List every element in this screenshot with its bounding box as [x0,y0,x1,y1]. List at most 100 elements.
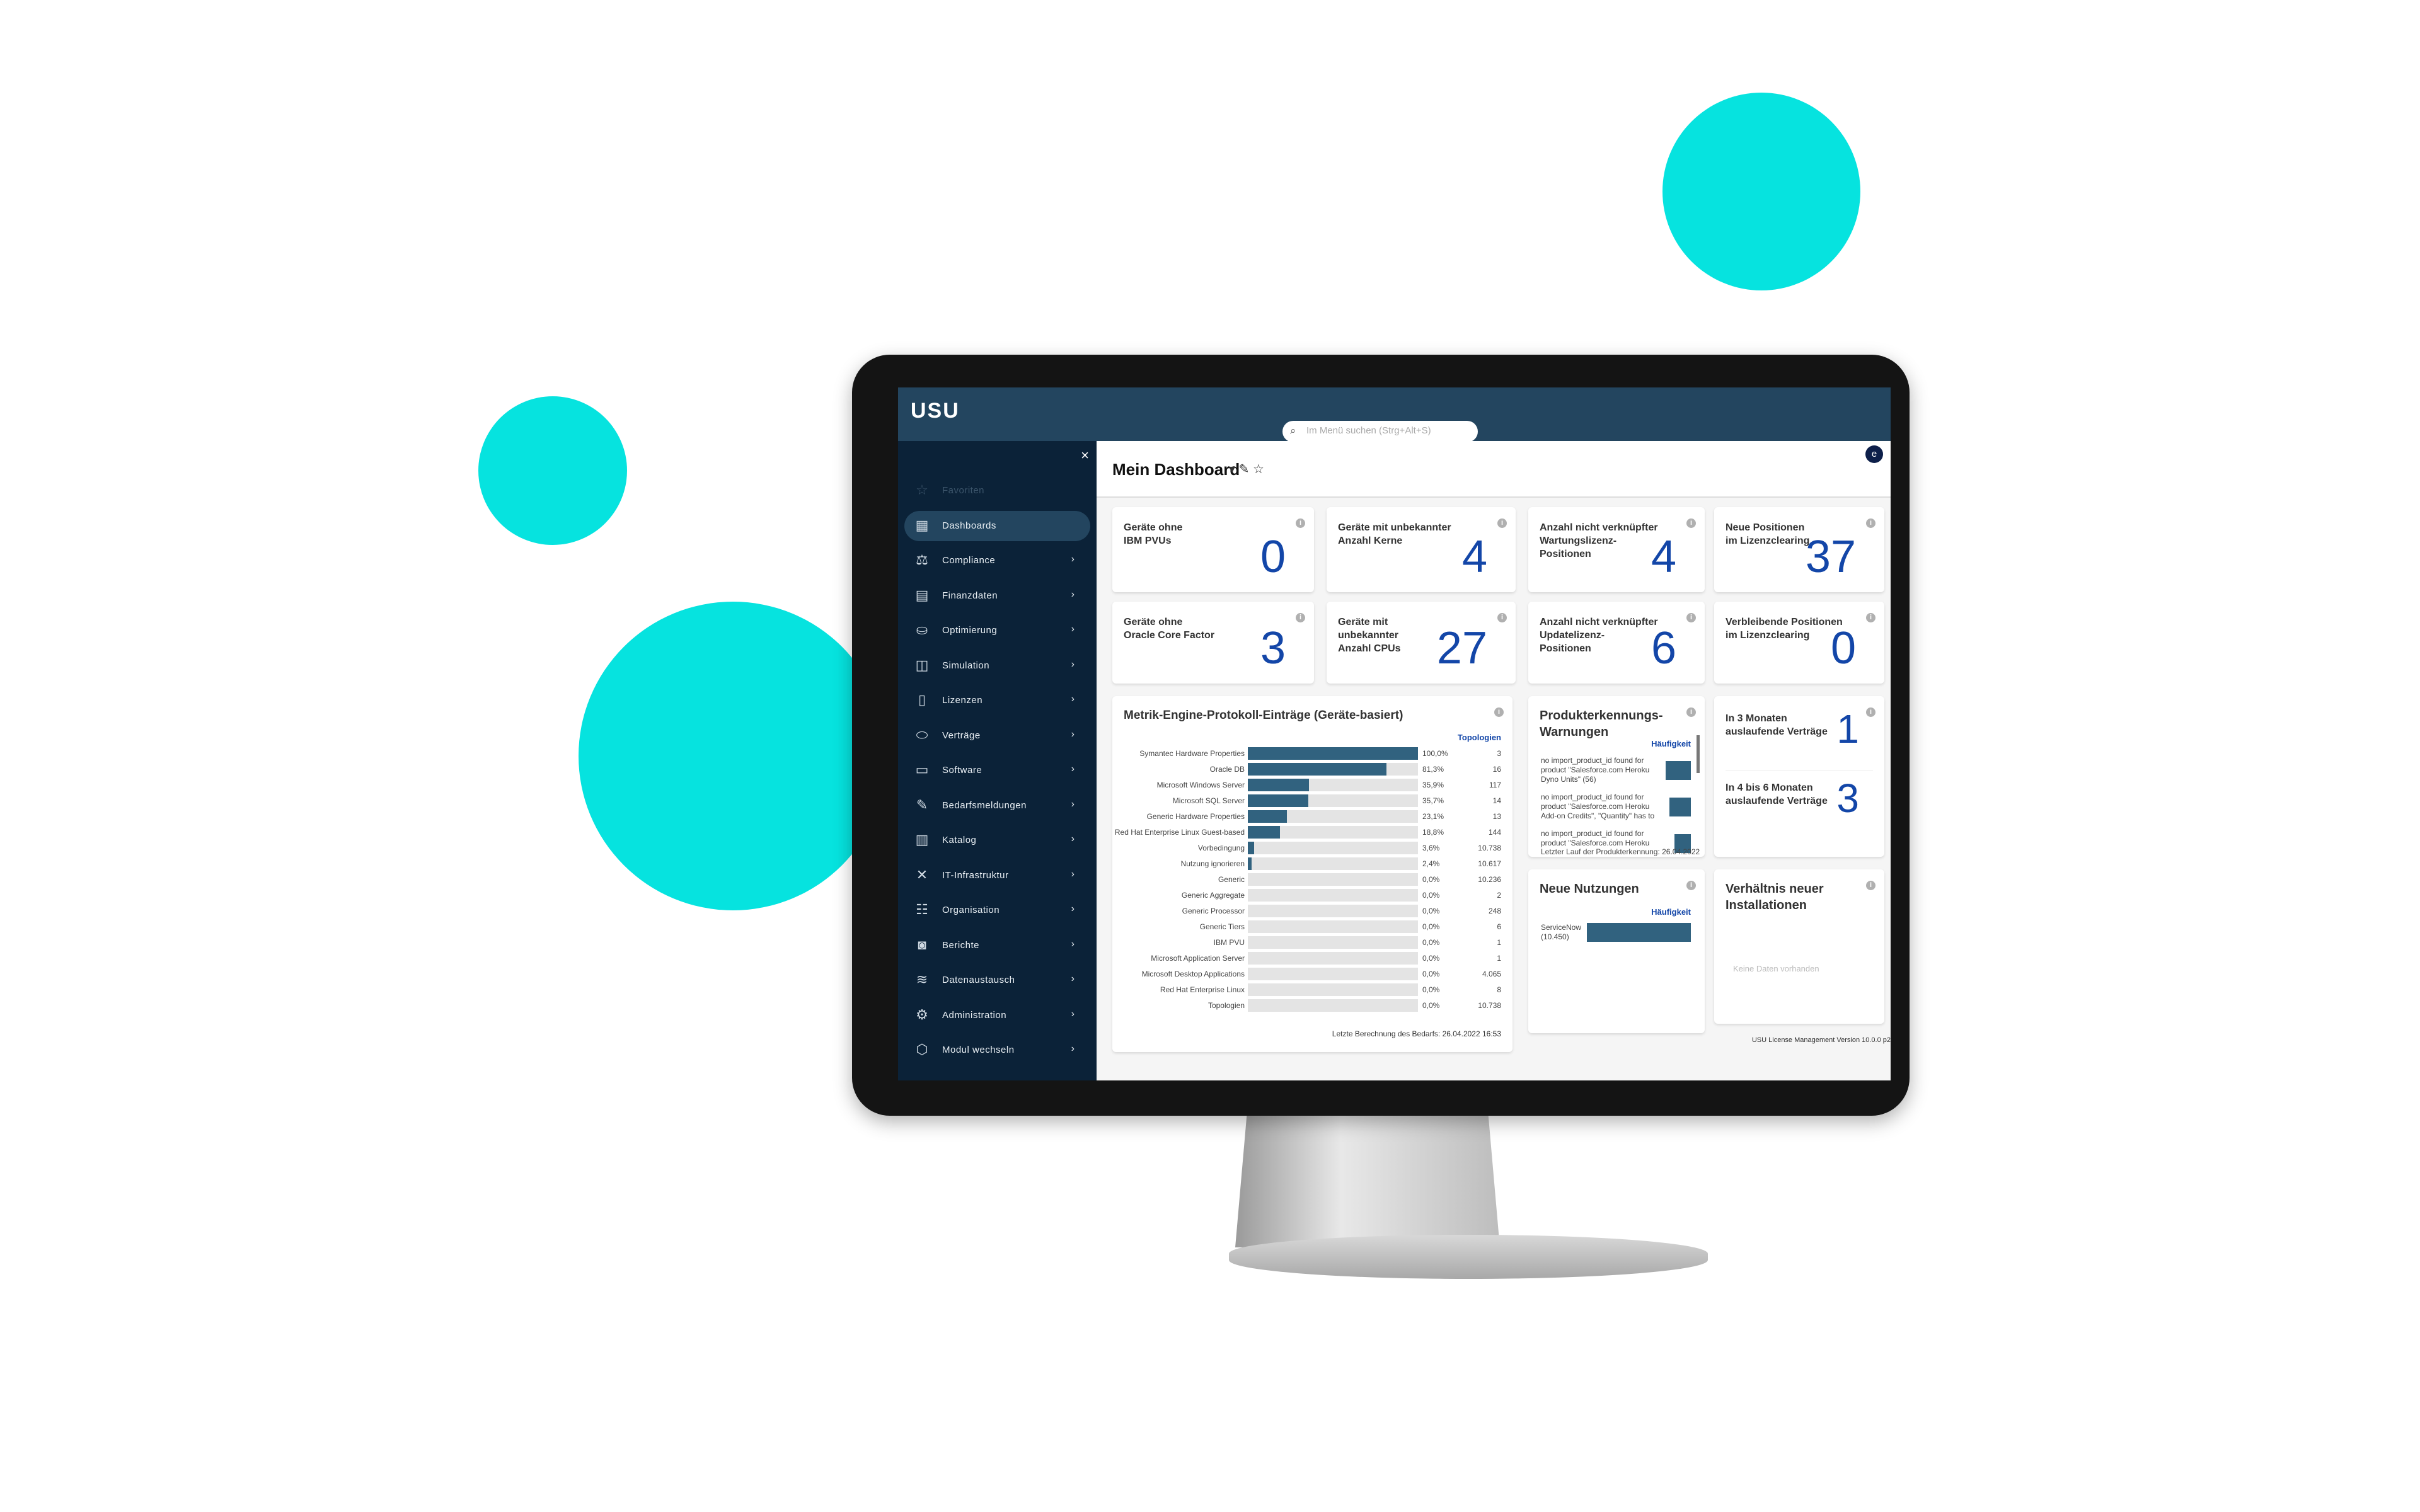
count-label: 1 [1497,938,1501,947]
kpi-card[interactable]: Neue Positionen im Lizenzclearing i 37 [1714,507,1884,592]
bar[interactable] [1248,763,1386,776]
chevron-right-icon: › [1071,1043,1075,1054]
sidebar-item-dashboards[interactable]: ▦ Dashboards [904,510,1090,541]
bar[interactable] [1248,810,1288,823]
info-icon[interactable]: i [1296,518,1305,528]
info-icon[interactable]: i [1866,518,1876,528]
avatar[interactable]: e [1865,445,1883,463]
value-label: 35,9% [1422,781,1444,789]
menu-search-input[interactable]: ⌕ Im Menü suchen (Strg+Alt+S) [1282,421,1478,442]
sidebar-item-finanzdaten[interactable]: ▤ Finanzdaten › [904,581,1090,611]
info-icon[interactable]: i [1866,707,1876,717]
bar[interactable] [1248,826,1280,839]
dropdown-caret-icon[interactable]: ▾ [1229,462,1235,476]
kpi-card[interactable]: Geräte ohne Oracle Core Factor i 3 [1112,602,1314,684]
sidebar-item-lizenzen[interactable]: ▯ Lizenzen › [904,685,1090,716]
sidebar-item-software[interactable]: ▭ Software › [904,755,1090,786]
kpi-card[interactable]: Anzahl nicht verknüpfter Wartungslizenz-… [1528,507,1705,592]
bar-track [1248,747,1418,760]
bar[interactable] [1248,842,1254,854]
sidebar-item-label: Bedarfsmeldungen [942,799,1027,811]
sidebar-item-berichte[interactable]: ◙ Berichte › [904,931,1090,961]
sidebar-item-katalog[interactable]: ▥ Katalog › [904,825,1090,856]
info-icon[interactable]: i [1686,518,1696,528]
chevron-right-icon: › [1071,624,1075,634]
kpi-card[interactable]: Geräte mit unbekannter Anzahl Kerne i 4 [1327,507,1516,592]
info-icon[interactable]: i [1866,613,1876,622]
kpi-value: 0 [1260,532,1286,582]
bar[interactable] [1248,857,1252,870]
sidebar-item-bedarfsmeldungen[interactable]: ✎ Bedarfsmeldungen › [904,791,1090,821]
info-icon[interactable]: i [1494,707,1504,717]
count-label: 14 [1492,796,1501,805]
category-label: Generic [1218,875,1245,884]
metric-engine-chart-card: Metrik-Engine-Protokoll-Einträge (Geräte… [1112,696,1512,1052]
sidebar-item-label: Katalog [942,835,977,845]
value-label: 3,6% [1422,844,1440,852]
warning-item[interactable]: no import_product_id found for product "… [1541,793,1667,822]
decor-circle [1662,93,1860,290]
chart-row: IBM PVU 0,0% 1 [1112,936,1512,949]
bar[interactable] [1587,923,1691,942]
contract-title: In 3 Monaten auslaufende Verträge [1726,713,1828,737]
sidebar: × ☆ Favoriten ▦ Dashboards ⚖ Compliance › ▤ Fina… [898,441,1097,1080]
bar-chart: Symantec Hardware Properties 100,0% 3 Oracl… [1112,747,1512,1017]
sidebar-item-compliance[interactable]: ⚖ Compliance › [904,546,1090,576]
bar [1669,798,1691,816]
bar[interactable] [1248,779,1309,791]
chart-row: Microsoft Desktop Applications 0,0% 4.065 [1112,967,1512,981]
sidebar-item-organisation[interactable]: ☷ Organisation › [904,895,1090,925]
usage-label: ServiceNow (10.450) [1541,923,1582,941]
close-icon[interactable]: × [1081,447,1089,464]
warning-item[interactable]: no import_product_id found for product "… [1541,756,1667,785]
count-label: 1 [1497,954,1501,963]
network-icon: ✕ [916,866,928,883]
category-label: Microsoft Application Server [1151,954,1245,963]
kpi-value: 37 [1805,532,1856,582]
scrollbar[interactable] [1697,735,1700,773]
chevron-right-icon: › [1071,938,1075,949]
kpi-card[interactable]: Geräte ohne IBM PVUs i 0 [1112,507,1314,592]
value-label: 23,1% [1422,812,1444,821]
screen: USU ⌕ Im Menü suchen (Strg+Alt+S) × ☆ Favo… [898,387,1891,1080]
sidebar-item-datenaustausch[interactable]: ≋ Datenaustausch › [904,965,1090,995]
chevron-right-icon: › [1071,694,1075,704]
info-icon[interactable]: i [1497,613,1507,622]
sidebar-item-optimierung[interactable]: ⛀ Optimierung › [904,616,1090,646]
category-label: Microsoft SQL Server [1172,796,1245,805]
count-label: 16 [1492,765,1501,774]
info-icon[interactable]: i [1686,881,1696,890]
bar[interactable] [1248,747,1418,760]
kpi-card[interactable]: Geräte mit unbekannter Anzahl CPUs i 27 [1327,602,1516,684]
search-icon: ⌕ [1290,425,1296,437]
value-label: 35,7% [1422,796,1444,805]
sidebar-item-modul-wechseln[interactable]: ⬡ Modul wechseln › [904,1035,1090,1065]
value-label: 100,0% [1422,749,1448,758]
sidebar-item-simulation[interactable]: ◫ Simulation › [904,651,1090,681]
star-icon[interactable]: ☆ [1253,462,1264,476]
value-label: 18,8% [1422,828,1444,837]
info-icon[interactable]: i [1497,518,1507,528]
user-menu[interactable]: exhibition@usu.com ⌄ [1779,449,1862,459]
kpi-card[interactable]: Verbleibende Positionen im Lizenzclearin… [1714,602,1884,684]
category-label: Red Hat Enterprise Linux [1160,985,1245,994]
value-label: 0,0% [1422,891,1440,900]
sidebar-item-it-infrastruktur[interactable]: ✕ IT-Infrastruktur › [904,861,1090,891]
kpi-card[interactable]: Anzahl nicht verknüpfter Updatelizenz- P… [1528,602,1705,684]
info-icon[interactable]: i [1686,613,1696,622]
sidebar-item-vertr-ge[interactable]: ⬭ Verträge › [904,721,1090,751]
kpi-title: Geräte mit unbekannter Anzahl Kerne [1338,522,1451,546]
chart-row: Generic Processor 0,0% 248 [1112,904,1512,918]
bar-track [1248,983,1418,996]
bar [1666,761,1691,780]
info-icon[interactable]: i [1296,613,1305,622]
info-icon[interactable]: i [1866,881,1876,890]
sidebar-item-administration[interactable]: ⚙ Administration › [904,1000,1090,1031]
edit-icon[interactable]: ✎ [1239,462,1250,476]
card-title: Produkterkennungs- Warnungen [1540,709,1663,739]
sidebar-item-favoriten[interactable]: ☆ Favoriten [904,476,1090,506]
count-label: 2 [1497,891,1501,900]
main-content: Mein Dashboard ▾ ✎ ☆ Geräte ohne IBM PVU… [1097,441,1891,1080]
bar[interactable] [1248,794,1309,807]
info-icon[interactable]: i [1686,707,1696,717]
